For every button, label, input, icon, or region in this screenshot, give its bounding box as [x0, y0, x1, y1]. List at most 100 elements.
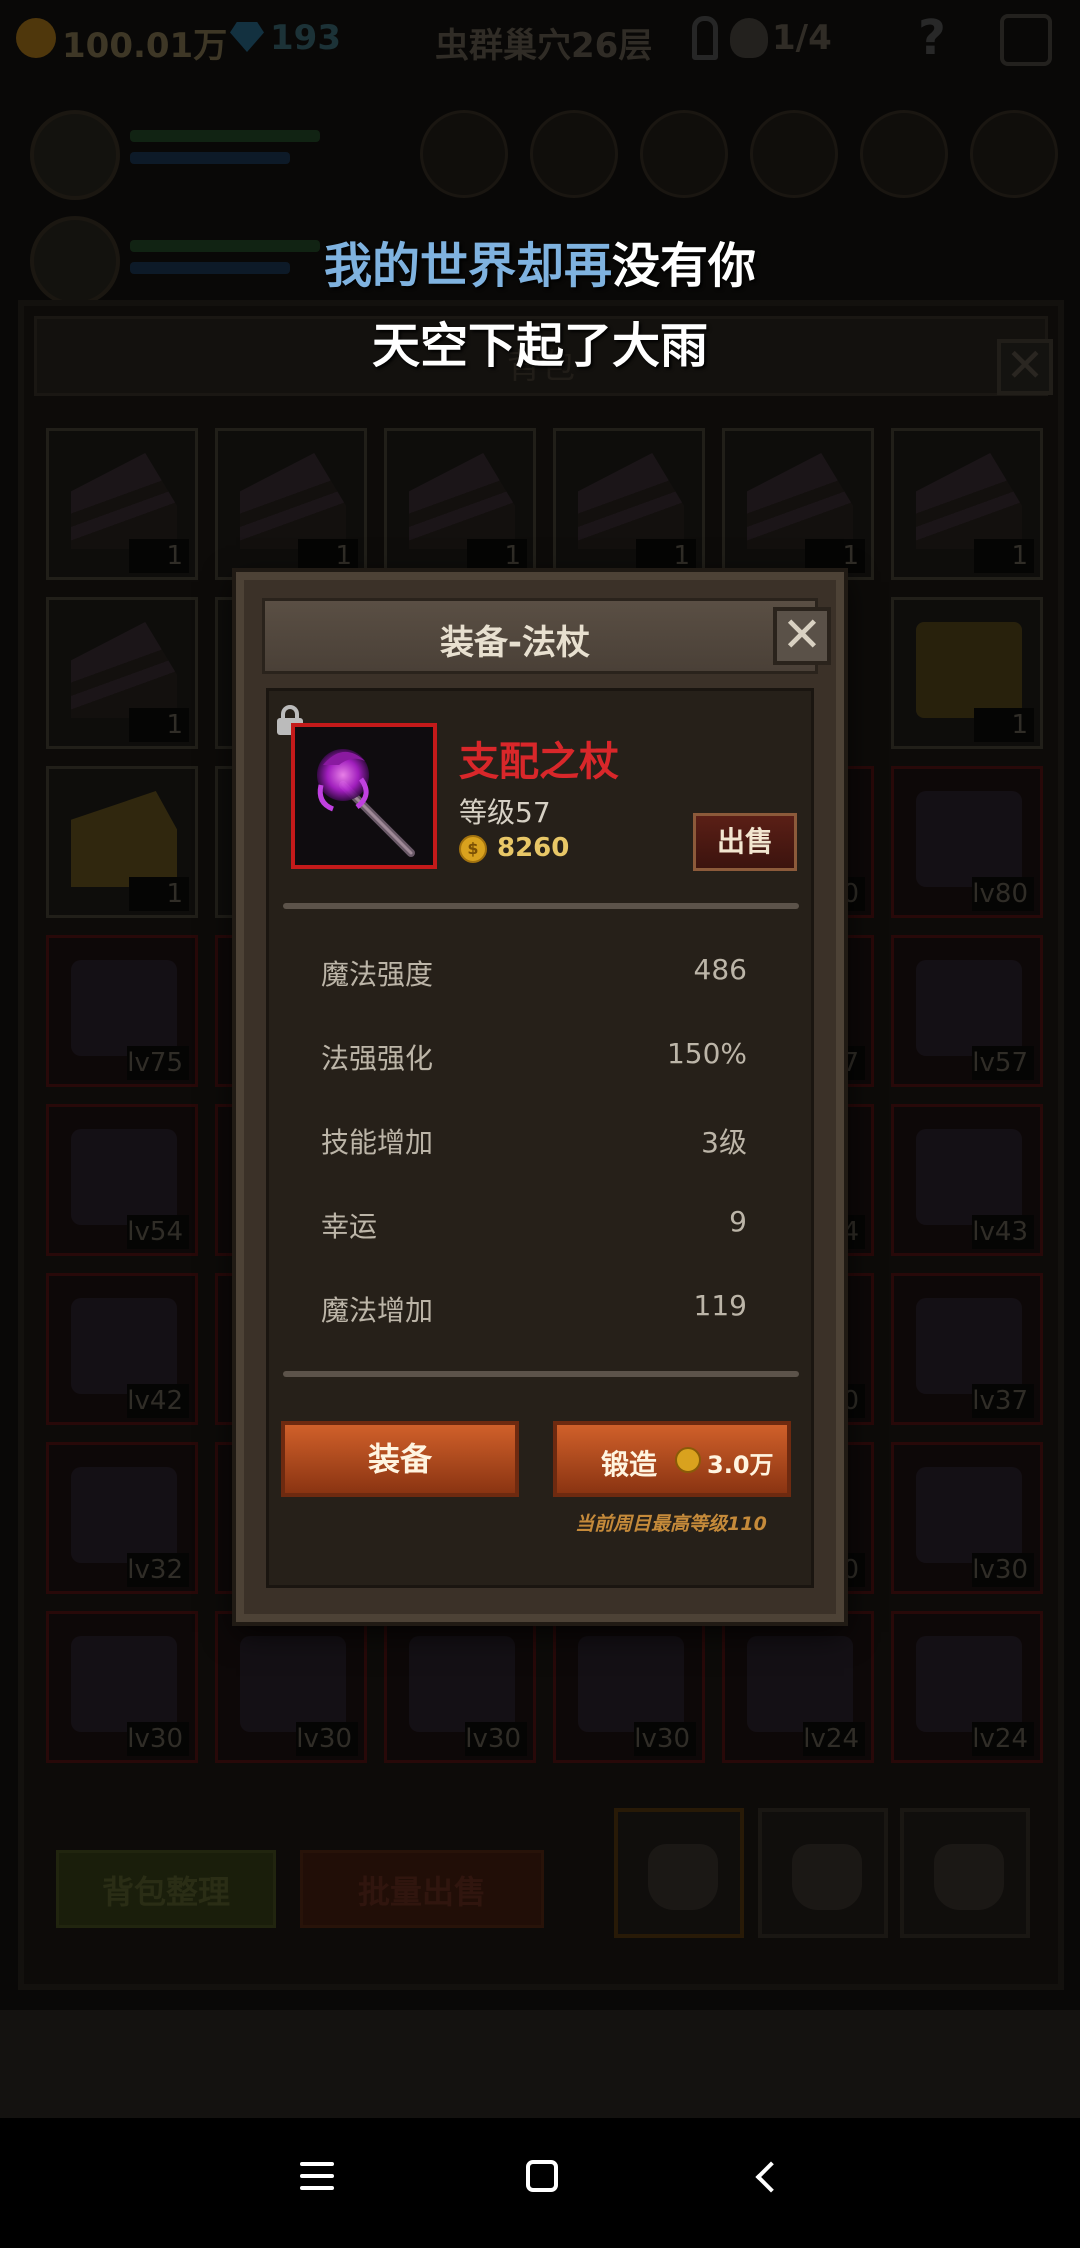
slot-level: lv32 — [127, 1553, 189, 1587]
inventory-slot[interactable]: lv54 — [46, 1104, 198, 1256]
cake-icon — [71, 453, 177, 549]
inventory-slot[interactable]: 1 — [722, 428, 874, 580]
slot-level: lv43 — [972, 1215, 1034, 1249]
help-button[interactable]: ? — [918, 10, 946, 66]
trident-icon — [916, 1129, 1022, 1225]
hero-hp-bar — [130, 130, 320, 142]
bulk-sell-button[interactable]: 批量出售 — [300, 1850, 544, 1928]
inventory-slot[interactable]: 1 — [46, 597, 198, 749]
top-status-bar: 100.01万 193 虫群巢穴26层 1/4 ? — [0, 0, 1080, 80]
inventory-slot[interactable]: lv24 — [891, 1611, 1043, 1763]
forge-cost: 3.0万 — [707, 1451, 774, 1479]
sell-button[interactable]: 出售 — [693, 813, 797, 871]
item-sell-price: 8260 — [497, 833, 570, 863]
equip-button[interactable]: 装备 — [281, 1421, 519, 1497]
inventory-slot[interactable]: lv30 — [46, 1611, 198, 1763]
stat-label: 魔法强度 — [321, 958, 434, 991]
hero-avatar[interactable] — [30, 110, 120, 200]
divider — [283, 1371, 799, 1377]
inventory-slot[interactable]: lv43 — [891, 1104, 1043, 1256]
inventory-slot[interactable]: lv30 — [384, 1611, 536, 1763]
skill-slot[interactable] — [420, 110, 508, 198]
gem-amount: 193 — [270, 18, 341, 58]
slot-level: lv30 — [465, 1722, 527, 1756]
blade-icon — [916, 1467, 1022, 1563]
slot-count: 1 — [805, 539, 865, 573]
gold-coin-icon — [675, 1447, 701, 1473]
inventory-slot[interactable]: lv30 — [553, 1611, 705, 1763]
cake-icon — [747, 453, 853, 549]
slot-count: 1 — [636, 539, 696, 573]
inventory-slot[interactable]: 1 — [891, 428, 1043, 580]
home-icon[interactable] — [526, 2160, 558, 2192]
inventory-slot[interactable]: 1 — [553, 428, 705, 580]
max-level-note: 当前周目最高等级110 — [575, 1513, 767, 1535]
backpack-icon — [934, 1844, 1004, 1910]
slot-level: lv75 — [127, 1046, 189, 1080]
bag-tab-1[interactable] — [614, 1808, 744, 1938]
hammer-icon — [916, 1298, 1022, 1394]
inventory-slot[interactable]: lv80 — [891, 766, 1043, 918]
share-icon[interactable] — [1000, 14, 1052, 66]
backpack-icon — [648, 1844, 718, 1910]
slot-level: lv30 — [296, 1722, 358, 1756]
gun-icon — [916, 791, 1022, 887]
armor-icon — [409, 1636, 515, 1732]
stat-row: 幸运 9 — [321, 1205, 747, 1245]
bag-tab-2[interactable] — [758, 1808, 888, 1938]
inventory-slot[interactable]: 1 — [46, 428, 198, 580]
stat-value: 150% — [666, 1037, 747, 1070]
lyric-rest: 没有你 — [612, 238, 757, 294]
skill-slot[interactable] — [750, 110, 838, 198]
stat-label: 法强强化 — [321, 1042, 434, 1075]
system-nav-bar — [0, 2118, 1080, 2248]
slot-level: lv57 — [972, 1046, 1034, 1080]
dialog-header: 装备-法杖 ✕ — [262, 598, 831, 674]
stat-value: 119 — [693, 1289, 747, 1322]
inventory-slot[interactable]: lv42 — [46, 1273, 198, 1425]
item-image-frame — [291, 723, 437, 869]
stat-row: 魔法强度 486 — [321, 953, 747, 993]
stat-row: 技能增加 3级 — [321, 1121, 747, 1161]
cake-icon — [240, 453, 346, 549]
inventory-slot[interactable]: lv75 — [46, 935, 198, 1087]
inventory-slot[interactable]: 1 — [384, 428, 536, 580]
inventory-slot[interactable]: lv32 — [46, 1442, 198, 1594]
inventory-slot[interactable]: lv30 — [891, 1442, 1043, 1594]
sort-backpack-button[interactable]: 背包整理 — [56, 1850, 276, 1928]
hood-icon — [578, 1636, 684, 1732]
skill-slot[interactable] — [860, 110, 948, 198]
egg-icon — [71, 1298, 177, 1394]
stat-value: 3级 — [701, 1126, 747, 1159]
skill-slot[interactable] — [970, 110, 1058, 198]
inventory-slot[interactable]: lv57 — [891, 935, 1043, 1087]
inventory-slot[interactable]: lv37 — [891, 1273, 1043, 1425]
inventory-slot[interactable]: lv24 — [722, 1611, 874, 1763]
back-icon[interactable] — [755, 2161, 787, 2193]
inventory-slot[interactable]: lv30 — [215, 1611, 367, 1763]
cake-icon — [409, 453, 515, 549]
stat-row: 魔法增加 119 — [321, 1289, 747, 1329]
slot-count: 1 — [129, 539, 189, 573]
lives-counter: 1/4 — [772, 18, 832, 58]
gold-coin-icon — [16, 18, 56, 58]
slot-level: lv30 — [972, 1553, 1034, 1587]
dialog-close-button[interactable]: ✕ — [773, 607, 831, 665]
bag-tab-3[interactable] — [900, 1808, 1030, 1938]
inventory-slot[interactable]: 1 — [215, 428, 367, 580]
slot-level: lv54 — [127, 1215, 189, 1249]
divider — [283, 903, 799, 909]
claw-weapon-icon — [71, 960, 177, 1056]
inventory-slot[interactable]: 1 — [891, 597, 1043, 749]
horn-icon — [71, 1636, 177, 1732]
cheese-icon — [71, 791, 177, 887]
skill-slot[interactable] — [640, 110, 728, 198]
forge-button[interactable]: 锻造 3.0万 — [553, 1421, 791, 1497]
gem-icon — [230, 22, 264, 52]
slot-count: 1 — [129, 877, 189, 911]
skill-slot[interactable] — [530, 110, 618, 198]
key-icon — [692, 16, 718, 60]
menu-icon[interactable] — [300, 2162, 334, 2190]
inventory-slot[interactable]: 1 — [46, 766, 198, 918]
cake-icon — [71, 622, 177, 718]
